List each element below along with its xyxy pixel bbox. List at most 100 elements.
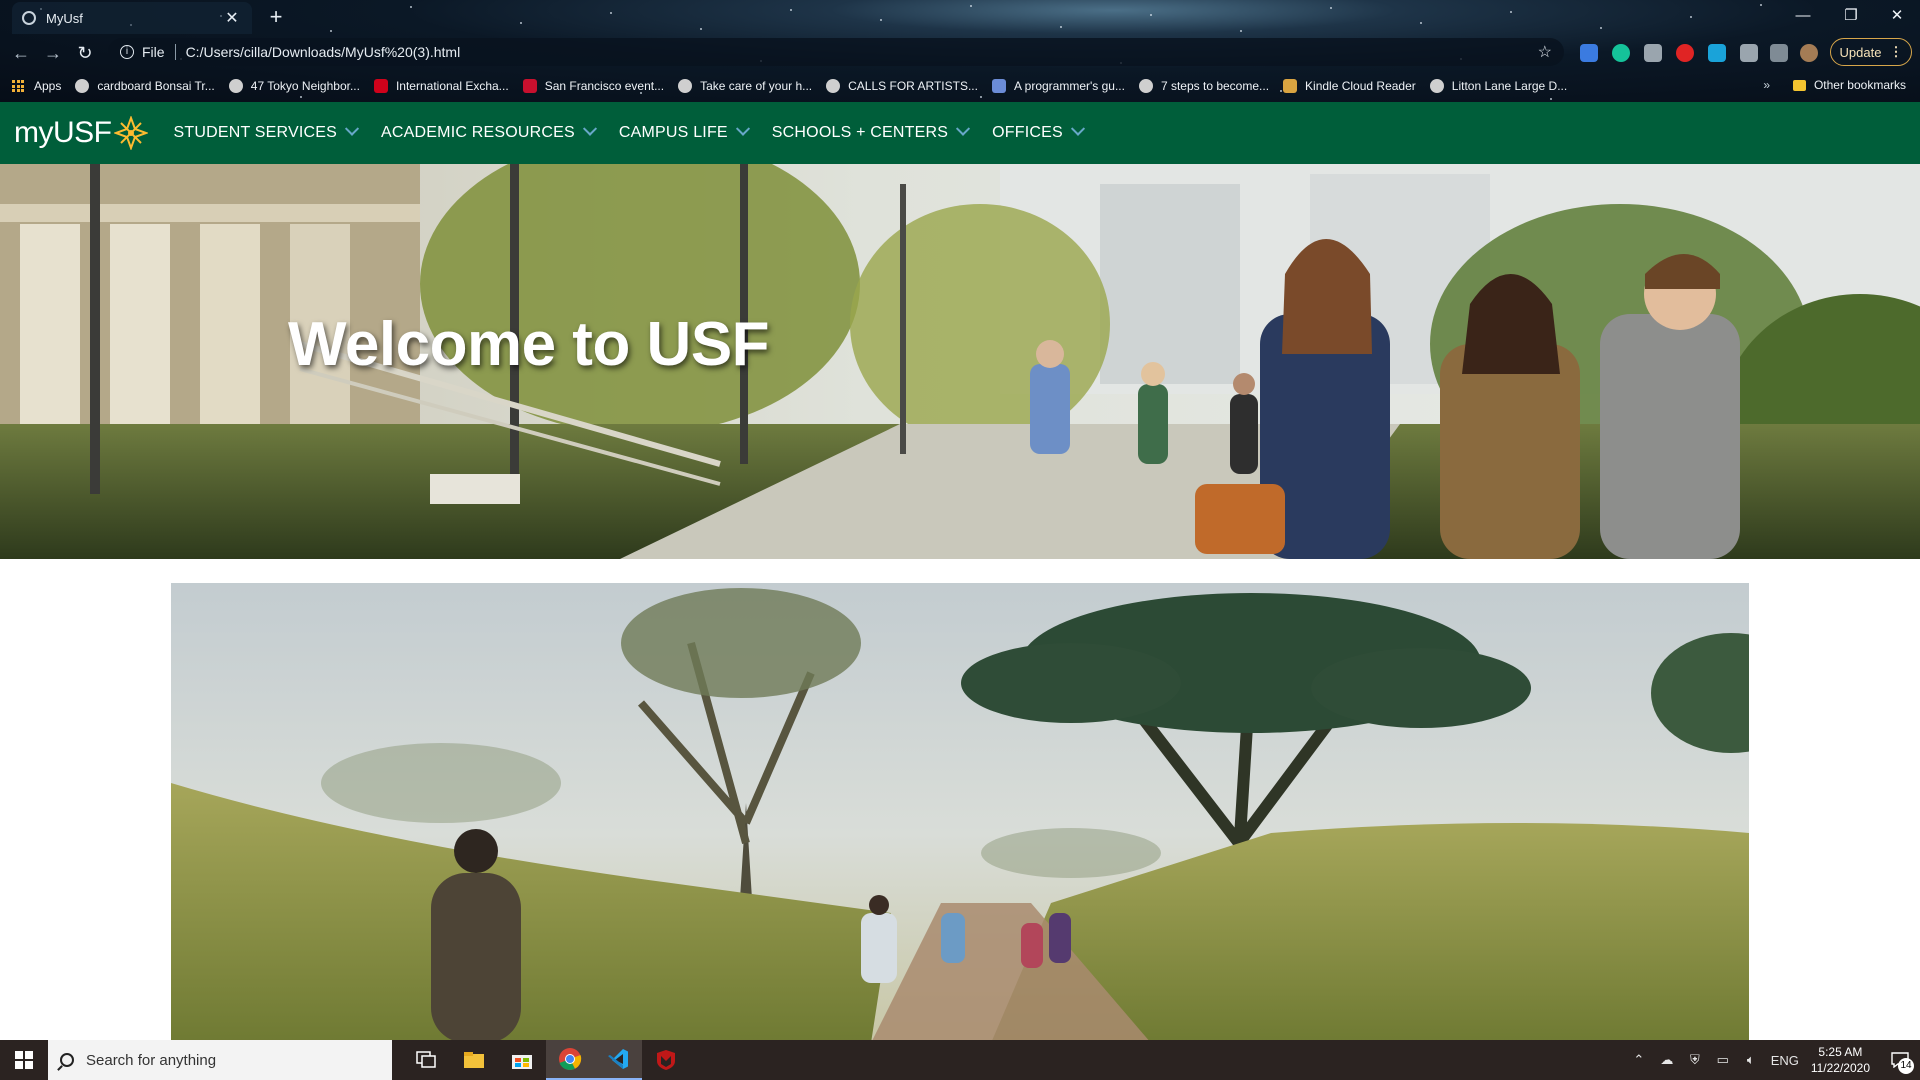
language-indicator[interactable]: ENG [1765,1053,1805,1068]
clock[interactable]: 5:25 AM 11/22/2020 [1811,1044,1870,1076]
bookmark-item[interactable]: San Francisco event... [522,79,665,93]
chevron-down-icon [582,121,597,136]
url-scheme: File [142,44,165,60]
chrome-icon [559,1048,582,1070]
profile-avatar[interactable] [1800,44,1818,62]
bookmark-item[interactable]: A programmer's gu... [991,79,1125,93]
taskbar-search[interactable]: Search for anything [48,1040,392,1080]
extension-p-icon[interactable] [1580,44,1598,62]
chrome-taskbar-button[interactable] [546,1040,594,1080]
other-bookmarks-label: Other bookmarks [1813,78,1906,92]
bookmark-item[interactable]: CALLS FOR ARTISTS... [826,79,978,93]
bookmark-item[interactable]: 7 steps to become... [1138,79,1269,93]
nav-item-schools-centers[interactable]: SCHOOLS + CENTERS [771,121,971,142]
tab-close-button[interactable]: ✕ [222,8,242,28]
folder-icon [464,1052,484,1068]
windows-logo-icon [15,1051,33,1069]
globe-icon [75,79,90,93]
bookmark-item[interactable]: 47 Tokyo Neighbor... [228,79,360,93]
nav-item-label: OFFICES [992,124,1063,141]
globe-icon [228,79,243,93]
forward-button[interactable]: → [40,40,66,66]
update-label: Update [1839,44,1882,60]
minimize-button[interactable]: — [1780,2,1826,30]
reload-button[interactable]: ↻ [72,40,98,66]
bookmark-item[interactable]: Take care of your h... [678,79,812,93]
bookmarks-overflow-button[interactable]: » [1763,78,1770,92]
reading-list-icon[interactable] [1770,44,1788,62]
bookmark-item[interactable]: International Excha... [373,79,509,93]
grammarly-icon[interactable] [1612,44,1630,62]
bookmarks-bar: Apps cardboard Bonsai Tr... 47 Tokyo Neigh… [0,70,1920,102]
site-info-icon[interactable]: i [120,45,134,59]
file-explorer-button[interactable] [450,1040,498,1080]
other-bookmarks[interactable]: Other bookmarks [1792,78,1906,92]
window-close-button[interactable]: ✕ [1874,2,1920,30]
notification-count: 14 [1898,1058,1914,1074]
nav-item-student-services[interactable]: STUDENT SERVICES [173,121,360,142]
bookmark-label: A programmer's gu... [1013,79,1125,93]
start-button[interactable] [0,1040,48,1080]
nav-item-campus-life[interactable]: CAMPUS LIFE [618,121,750,142]
clock-date: 11/22/2020 [1810,1061,1870,1075]
bookmark-label: 47 Tokyo Neighbor... [250,79,360,93]
back-button[interactable]: ← [8,40,34,66]
hero-banner: Welcome to USF [0,164,1920,559]
mcafee-shield-icon [657,1050,675,1070]
chevron-down-icon [344,121,360,136]
bookmark-label: CALLS FOR ARTISTS... [848,79,978,93]
browser-chrome: MyUsf ✕ + — ❐ ✕ ← → ↻ i File C:/Users/ci… [0,0,1920,102]
bookmark-apps[interactable]: Apps [12,79,61,93]
nav-item-label: SCHOOLS + CENTERS [771,124,949,141]
action-center-button[interactable]: 14 [1880,1040,1920,1080]
menu-dots-icon[interactable]: ⋮ [1889,44,1902,60]
extension-h-icon[interactable] [1644,44,1662,62]
chevron-down-icon [735,121,750,136]
divider [174,44,176,60]
nav-item-label: CAMPUS LIFE [618,124,728,141]
chevron-down-icon [956,121,971,136]
store-bag-icon [512,1055,532,1069]
bookmark-item[interactable]: Kindle Cloud Reader [1283,79,1416,93]
new-tab-button[interactable]: + [262,4,290,30]
taskbar-search-placeholder: Search for anything [86,1051,217,1069]
onedrive-icon[interactable]: ☁ [1653,1052,1681,1068]
restore-button[interactable]: ❐ [1828,2,1874,30]
logo-text: myUSF [14,116,112,149]
globe-icon [826,79,841,93]
extension-shield-icon[interactable] [1676,44,1694,62]
hero-title: Welcome to USF [288,310,770,379]
apps-grid-icon [12,80,24,92]
nav-item-academic-resources[interactable]: ACADEMIC RESOURCES [381,121,597,142]
nav-item-offices[interactable]: OFFICES [992,121,1085,142]
search-icon [60,1053,74,1067]
address-bar[interactable]: i File C:/Users/cilla/Downloads/MyUsf%20… [108,38,1564,66]
system-tray: ⌃ ☁ ⛨ ▭ 🔈︎ ENG 5:25 AM 11/22/2020 14 [1625,1040,1920,1080]
myusf-logo[interactable]: myUSF [14,116,148,150]
vscode-icon [608,1049,628,1069]
url-text[interactable]: C:/Users/cilla/Downloads/MyUsf%20(3).htm… [186,44,1538,60]
vscode-taskbar-button[interactable] [594,1040,642,1080]
mcafee-taskbar-button[interactable] [642,1040,690,1080]
nav-item-label: ACADEMIC RESOURCES [381,124,575,141]
clock-time: 5:25 AM [1818,1045,1863,1059]
flag-icon [522,79,537,93]
task-view-button[interactable] [402,1040,450,1080]
update-button[interactable]: Update ⋮ [1830,38,1912,66]
nav-item-label: STUDENT SERVICES [173,124,338,141]
volume-icon[interactable]: 🔈︎ [1737,1052,1765,1068]
bookmark-label: Kindle Cloud Reader [1305,79,1416,93]
bookmark-item[interactable]: Litton Lane Large D... [1429,79,1567,93]
extensions-puzzle-icon[interactable] [1740,44,1758,62]
security-icon[interactable]: ⛨ [1681,1052,1709,1068]
extension-pen-icon[interactable] [1708,44,1726,62]
bookmark-star-icon[interactable]: ☆ [1538,42,1552,62]
store-button[interactable] [498,1040,546,1080]
bookmark-item[interactable]: cardboard Bonsai Tr... [75,79,215,93]
battery-icon[interactable]: ▭ [1709,1052,1737,1068]
browser-tab[interactable]: MyUsf ✕ [12,2,252,34]
chevron-up-icon[interactable]: ⌃ [1625,1052,1653,1068]
bookmark-label: San Francisco event... [544,79,665,93]
chevron-down-icon [1070,121,1085,136]
bookmark-label: Apps [34,79,62,93]
